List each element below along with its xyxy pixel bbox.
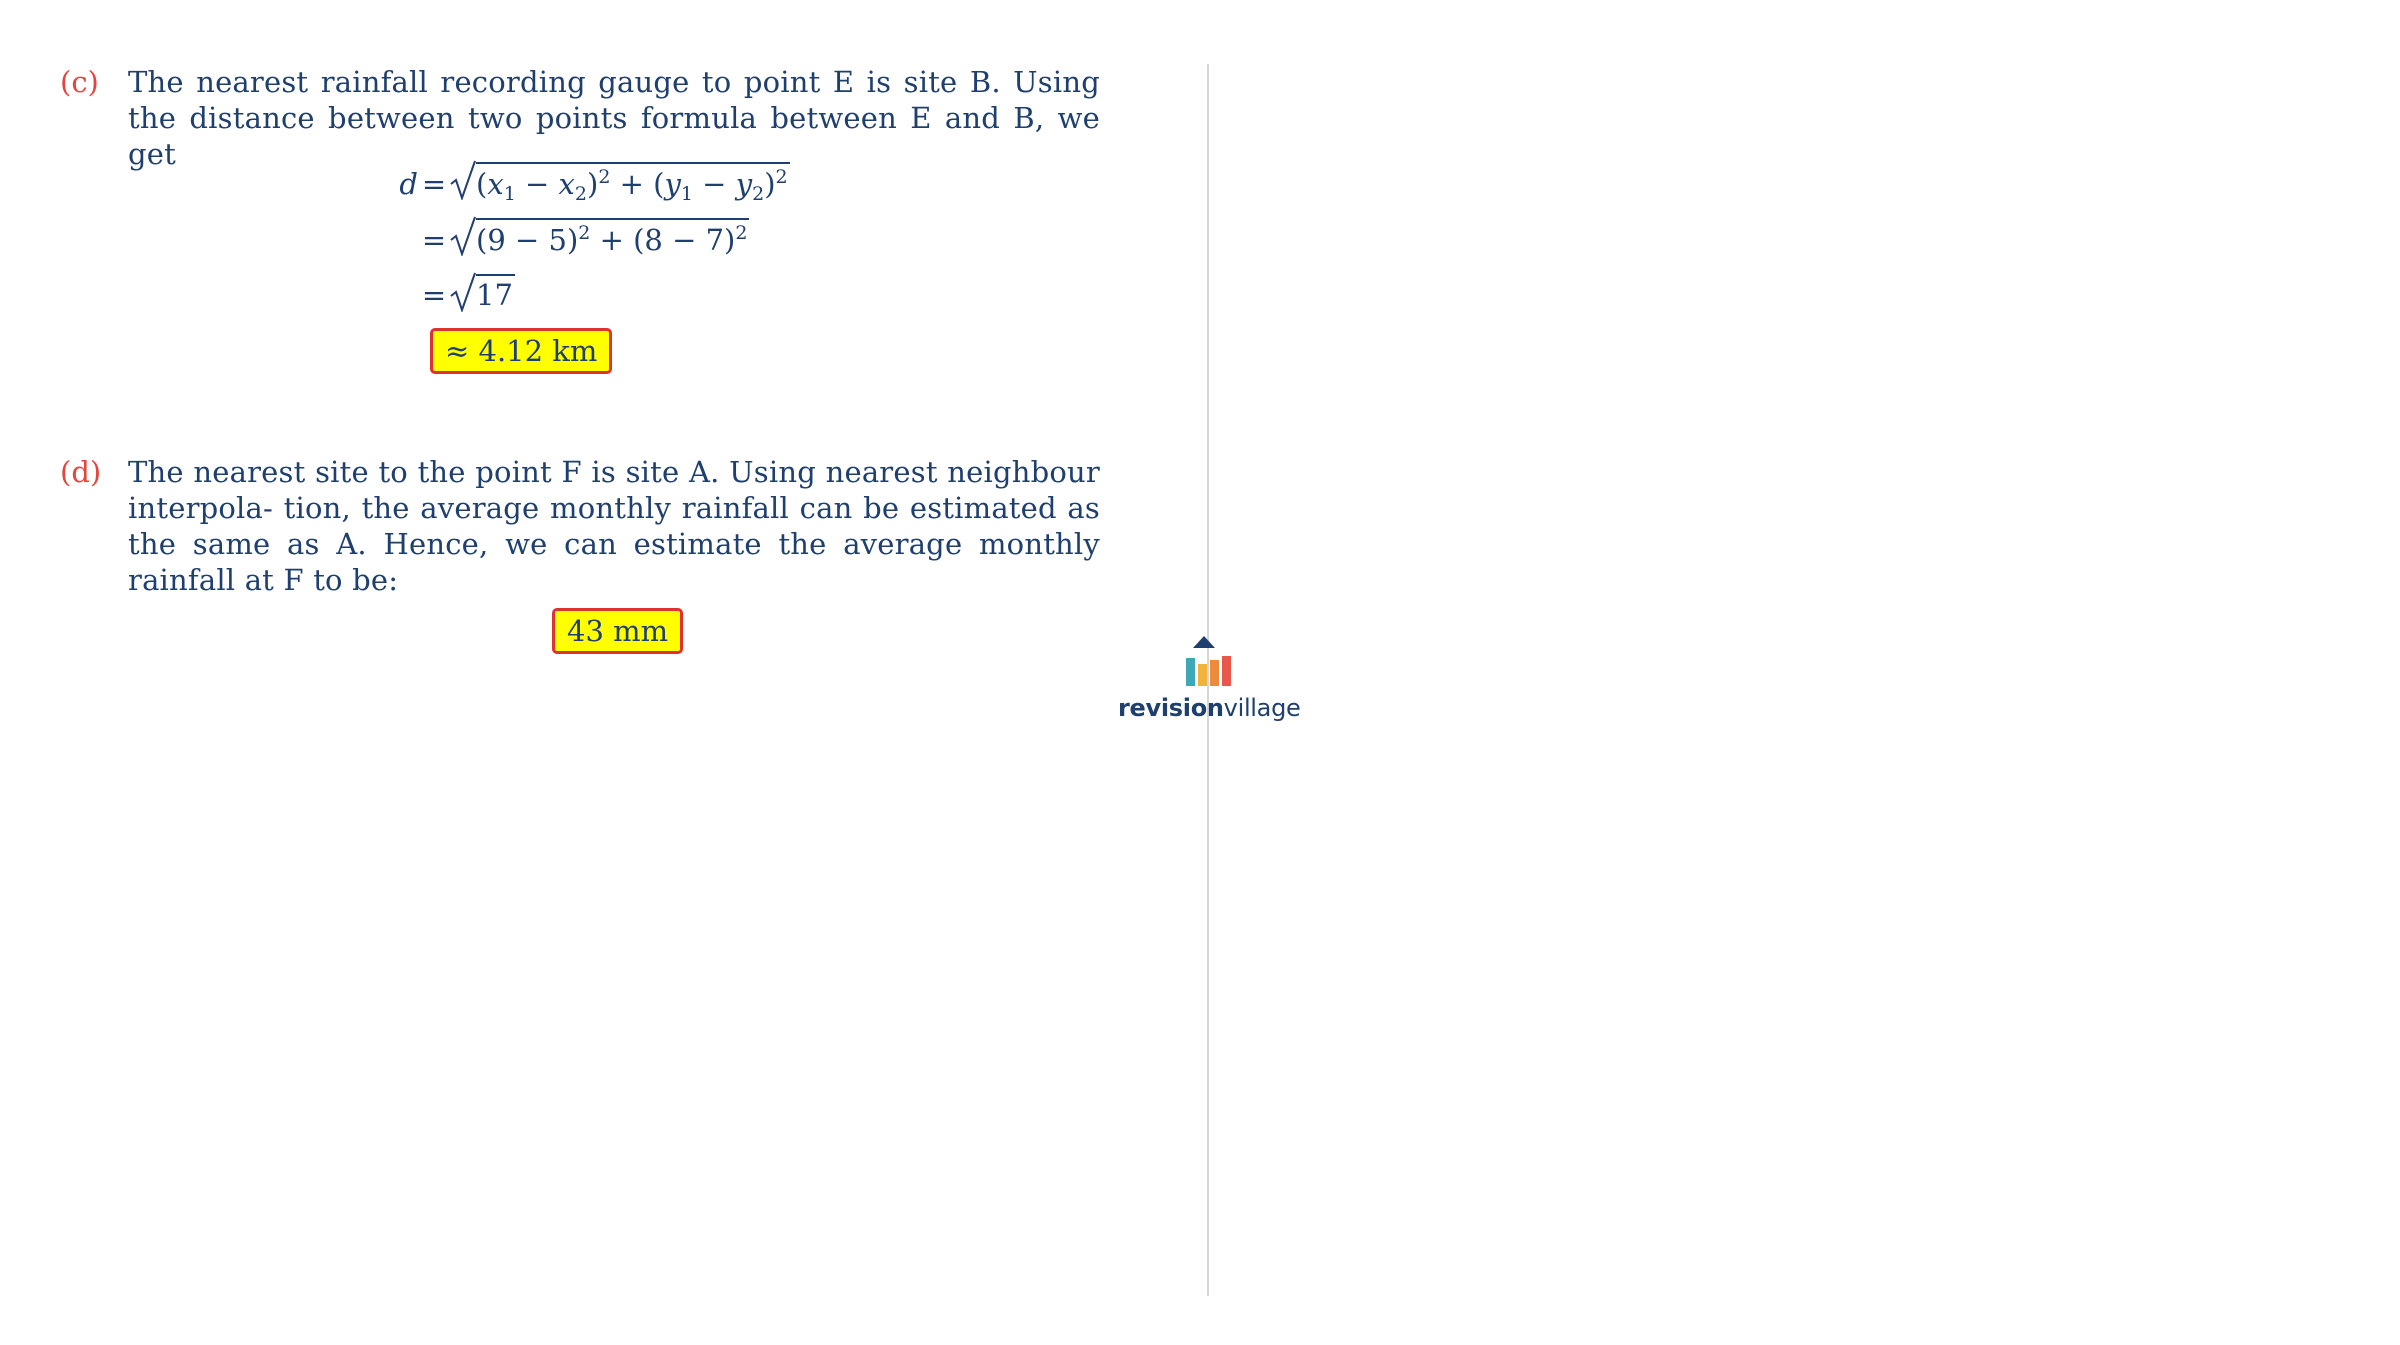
- eq1-sqrt: (x1 − x2)2 + (y1 − y2)2: [450, 160, 790, 205]
- logo-bars-icon: [1186, 656, 1236, 686]
- radical-sign-icon: [450, 272, 476, 312]
- eq3-sqrt: 17: [450, 272, 515, 312]
- part-c-text: The nearest rainfall recording gauge to …: [128, 65, 1100, 171]
- radical-sign-icon: [450, 160, 476, 200]
- equation-row-3: = 17: [358, 272, 515, 312]
- equation-row-2: = (9 − 5)2 + (8 − 7)2: [358, 216, 750, 257]
- part-c-label: (c): [60, 65, 99, 99]
- logo-wordmark: revisionvillage: [1118, 694, 1301, 722]
- eq2-sqrt: (9 − 5)2 + (8 − 7)2: [450, 216, 750, 257]
- part-d-text: The nearest site to the point F is site …: [128, 455, 1100, 597]
- answer-c-box: ≈ 4.12 km: [430, 328, 613, 374]
- eq1-lhs: d: [399, 167, 418, 201]
- equation-row-1: d = (x1 − x2)2 + (y1 − y2)2: [358, 160, 790, 205]
- part-d-label: (d): [60, 455, 102, 489]
- part-d: (d) The nearest site to the point F is s…: [60, 454, 1100, 598]
- revisionvillage-logo: revisionvillage: [1118, 636, 1301, 736]
- eq3-sign: =: [421, 278, 447, 312]
- radical-sign-icon: [450, 216, 476, 256]
- logo-roof-icon: [1193, 636, 1215, 648]
- part-c: (c) The nearest rainfall recording gauge…: [60, 64, 1100, 172]
- eq2-sign: =: [421, 223, 447, 257]
- answer-d-box: 43 mm: [552, 608, 684, 654]
- eq1-sign: =: [421, 167, 447, 201]
